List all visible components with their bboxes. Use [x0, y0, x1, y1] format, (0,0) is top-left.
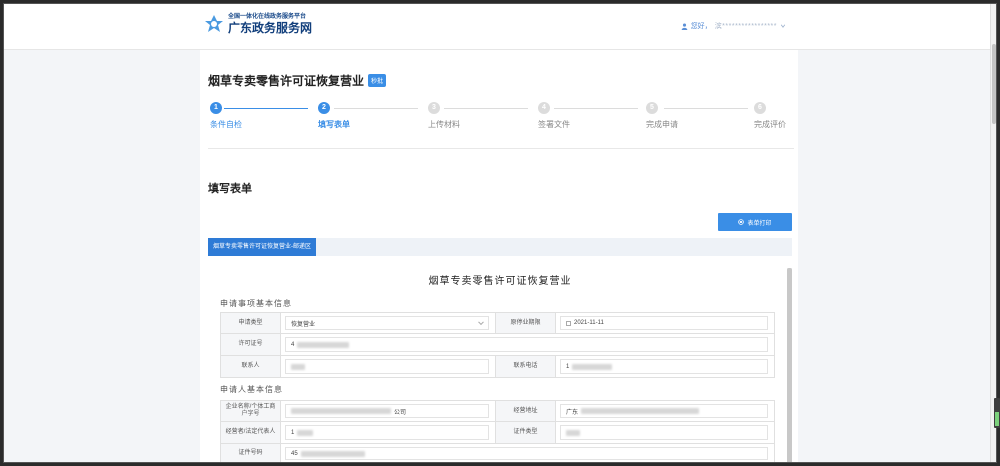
step-number: 3 — [428, 102, 440, 114]
legal-rep-input[interactable]: 1 — [281, 422, 496, 443]
page-scrollbar[interactable] — [990, 4, 996, 462]
step-3: 3 上传材料 — [428, 102, 488, 130]
step-number: 5 — [646, 102, 658, 114]
form-row: 联系人 联系电话 1 — [220, 356, 775, 378]
field-label: 经营地址 — [496, 401, 556, 421]
group-label-application: 申请事项基本信息 — [220, 299, 292, 308]
progress-steps: 1 条件自检 2 填写表单 3 上传材料 4 签署文件 5 完成申请 6 完成评… — [208, 102, 794, 132]
step-number: 1 — [210, 102, 222, 114]
masked-text — [581, 408, 700, 414]
legal-value: 1 — [291, 429, 295, 436]
user-icon — [681, 23, 687, 30]
license-no-input[interactable]: 4 — [281, 334, 774, 355]
cert-type-select[interactable] — [556, 422, 774, 443]
page-title: 烟草专卖零售许可证恢复营业 秒批 — [208, 72, 387, 89]
status-badge: 秒批 — [368, 74, 387, 87]
user-greeting: 您好， — [690, 23, 712, 30]
print-icon — [738, 219, 745, 225]
orig-deadline-date[interactable]: 2021-11-11 — [556, 313, 774, 333]
apply-type-value: 恢复营业 — [291, 321, 316, 328]
form-title: 烟草专卖零售许可证恢复营业 — [428, 276, 572, 287]
form-tabbar: 烟草专卖零售许可证恢复营业-邮递区 — [208, 238, 792, 256]
field-label: 联系电话 — [496, 356, 556, 377]
masked-text — [297, 429, 314, 436]
form-row: 经营者/法定代表人 1 证件类型 — [220, 422, 775, 444]
masked-text — [300, 450, 365, 457]
section-title: 填写表单 — [208, 183, 252, 195]
page-title-text: 烟草专卖零售许可证恢复营业 — [208, 74, 365, 88]
step-label: 完成申请 — [646, 120, 678, 129]
form-row: 证件号码 45 — [220, 444, 775, 462]
step-6: 6 完成评价 — [754, 102, 814, 130]
address-value: 广东 — [566, 409, 579, 416]
phone-value: 1 — [566, 363, 570, 370]
step-number: 2 — [318, 102, 330, 114]
license-value: 4 — [291, 341, 295, 348]
field-label: 原停业期限 — [496, 313, 556, 333]
browser-viewport: 全国一体化在线政务服务平台 广东政务服务网 您好， 滨*************… — [3, 3, 997, 463]
field-label: 申请类型 — [221, 313, 281, 333]
step-1: 1 条件自检 — [210, 102, 270, 130]
masked-text — [291, 363, 305, 370]
print-form-button[interactable]: 表单打印 — [718, 213, 792, 231]
form-row: 许可证号 4 — [220, 334, 775, 356]
step-number: 6 — [754, 102, 766, 114]
field-label: 联系人 — [221, 356, 281, 377]
main-panel: 烟草专卖零售许可证恢复营业 秒批 1 条件自检 2 填写表单 3 上传材料 4 … — [200, 50, 798, 462]
logo-icon — [205, 15, 223, 32]
step-label: 签署文件 — [538, 120, 570, 129]
form-scrollbar[interactable] — [787, 268, 792, 462]
masked-text — [572, 363, 613, 370]
logo-title: 广东政务服务网 — [228, 21, 313, 35]
step-label: 填写表单 — [318, 120, 350, 129]
field-label: 企业名称/个体工商户字号 — [221, 401, 281, 421]
apply-type-select[interactable]: 恢复营业 — [281, 313, 496, 333]
user-name: 滨***************** — [714, 23, 777, 30]
divider — [208, 148, 794, 149]
group-label-applicant: 申请人基本信息 — [220, 385, 283, 394]
site-logo[interactable]: 全国一体化在线政务服务平台 广东政务服务网 — [204, 14, 312, 34]
field-label: 证件类型 — [496, 422, 556, 443]
contact-input[interactable] — [281, 356, 496, 377]
phone-input[interactable]: 1 — [556, 356, 774, 377]
step-4: 4 签署文件 — [538, 102, 598, 130]
form-area: 烟草专卖零售许可证恢复营业 申请事项基本信息 申请类型 恢复营业 原停业期限 2… — [208, 256, 792, 462]
step-number: 4 — [538, 102, 550, 114]
logo-subtitle: 全国一体化在线政务服务平台 — [228, 14, 307, 20]
masked-text — [566, 429, 580, 436]
site-header: 全国一体化在线政务服务平台 广东政务服务网 您好， 滨*************… — [4, 4, 996, 50]
chevron-down-icon — [780, 24, 786, 28]
field-label: 证件号码 — [221, 444, 281, 462]
print-button-label: 表单打印 — [747, 220, 772, 227]
orig-deadline-value: 2021-11-11 — [574, 320, 604, 326]
company-input[interactable]: 公司 — [281, 401, 496, 421]
field-label: 经营者/法定代表人 — [221, 422, 281, 443]
form-row: 申请类型 恢复营业 原停业期限 2021-11-11 — [220, 312, 775, 334]
cert-no-value: 45 — [291, 450, 298, 457]
tab-postal-area[interactable]: 烟草专卖零售许可证恢复营业-邮递区 — [208, 238, 316, 256]
masked-text — [291, 408, 391, 414]
page-content: 烟草专卖零售许可证恢复营业 秒批 1 条件自检 2 填写表单 3 上传材料 4 … — [4, 50, 992, 462]
address-input[interactable]: 广东 — [556, 401, 774, 421]
masked-text — [297, 341, 350, 348]
user-menu[interactable]: 您好， 滨***************** — [681, 21, 786, 31]
step-5: 5 完成申请 — [646, 102, 706, 130]
company-value: 公司 — [394, 409, 407, 416]
calendar-icon — [566, 320, 571, 326]
field-label: 许可证号 — [221, 334, 281, 355]
step-2: 2 填写表单 — [318, 102, 378, 130]
step-label: 上传材料 — [428, 120, 460, 129]
form-row: 企业名称/个体工商户字号 公司 经营地址 广东 — [220, 400, 775, 422]
step-label: 完成评价 — [754, 120, 786, 129]
battery-widget — [994, 398, 1000, 428]
cert-no-input[interactable]: 45 — [281, 444, 774, 462]
step-label: 条件自检 — [210, 120, 242, 129]
